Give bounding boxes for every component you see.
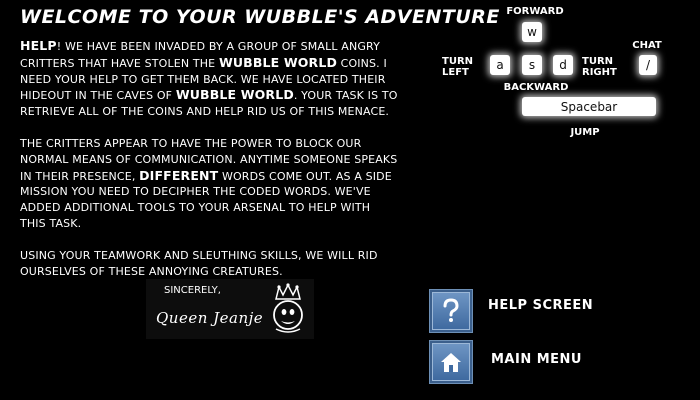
wubble-world-word: Wubble World	[218, 54, 337, 70]
backward-key: s	[522, 55, 542, 75]
story-paragraph-3: Using your teamwork and sleuthing skills…	[20, 248, 378, 278]
jump-key: Spacebar	[522, 97, 656, 116]
left-key: a	[490, 55, 510, 75]
different-word: different	[139, 167, 219, 183]
signature-block: Sincerely, Queen Jeanje	[146, 279, 314, 339]
help-word: Help	[20, 38, 57, 53]
forward-label: Forward	[506, 6, 564, 17]
question-mark-icon	[443, 298, 459, 322]
signature-name: Queen Jeanje	[156, 309, 264, 327]
right-key: d	[553, 55, 573, 75]
sincerely-text: Sincerely,	[164, 285, 221, 296]
wubble-world-word: Wubble World	[175, 87, 294, 103]
turn-right-label: Turn Right	[582, 56, 617, 78]
turn-left-label: Turn Left	[442, 56, 474, 78]
forward-key: w	[522, 22, 542, 42]
chat-label: Chat	[632, 40, 662, 51]
story-paragraph-1: Help! We have been invaded by a group of…	[20, 38, 398, 119]
story-paragraph-2: The critters appear to have the power to…	[20, 136, 398, 230]
page-title: Welcome to your Wubble's Adventure	[20, 6, 500, 28]
story-text: Help! We have been invaded by a group of…	[20, 38, 398, 295]
jump-label: Jump	[570, 127, 600, 138]
house-icon	[441, 353, 461, 372]
help-screen-button[interactable]	[429, 289, 473, 333]
backward-label: Backward	[503, 82, 569, 93]
help-screen-label[interactable]: Help Screen	[488, 298, 593, 313]
chat-key: /	[639, 55, 657, 75]
queen-crown-emblem-icon	[273, 283, 303, 333]
main-menu-label[interactable]: Main Menu	[491, 352, 582, 367]
main-menu-button[interactable]	[429, 340, 473, 384]
